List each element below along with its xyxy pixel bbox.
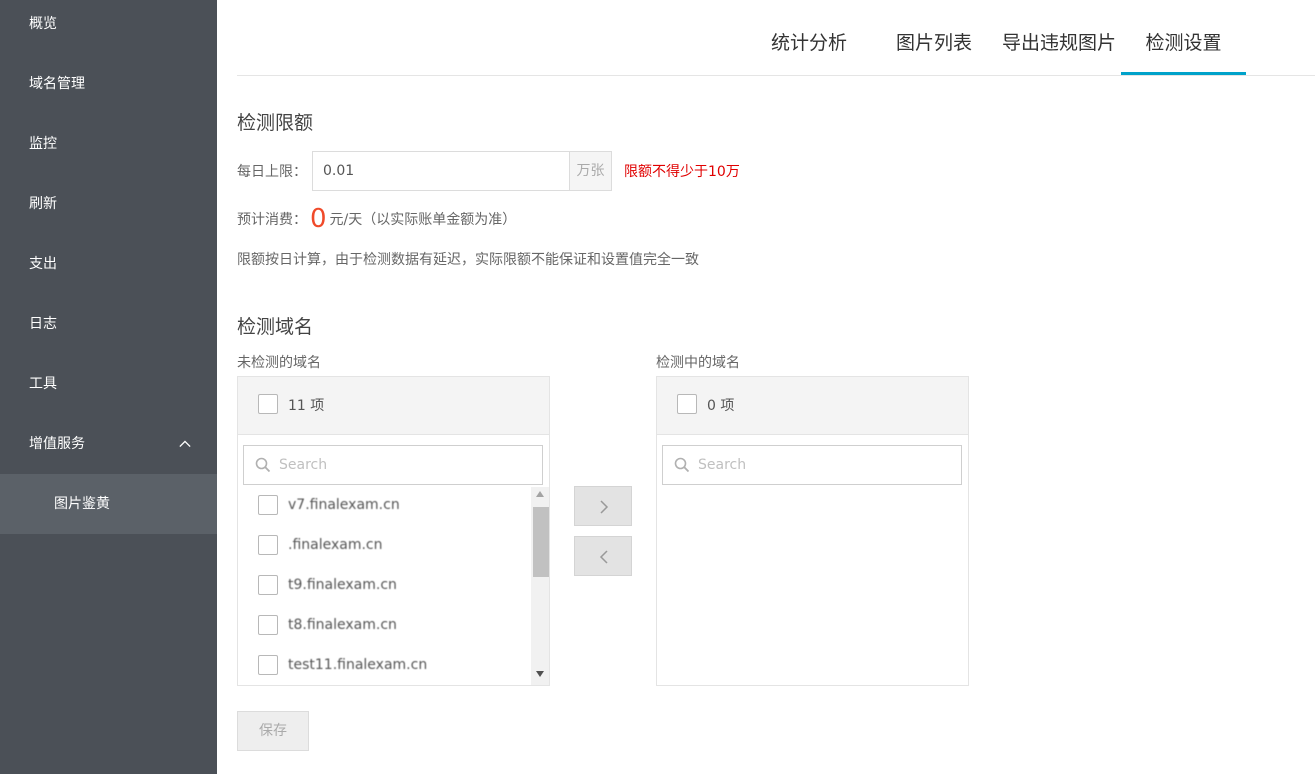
sidebar-item-label: 增值服务 <box>29 436 85 452</box>
search-icon <box>255 457 271 473</box>
domain-name: test11.finalexam.cn <box>288 657 428 673</box>
sidebar-item-label: 支出 <box>29 256 57 272</box>
cost-label: 预计消费： <box>237 212 307 228</box>
quota-section-title: 检测限额 <box>237 112 314 134</box>
sidebar-item-label: 图片鉴黄 <box>54 496 110 512</box>
domain-list: v7.finalexam.cn .finalexam.cn t9.finalex… <box>238 487 531 685</box>
tab-label: 导出违规图片 <box>1001 32 1116 54</box>
sidebar-item-image-moderation[interactable]: 图片鉴黄 <box>0 474 217 534</box>
sidebar-item-label: 域名管理 <box>29 76 85 92</box>
sidebar-item-label: 工具 <box>29 376 57 392</box>
tab-image-list[interactable]: 图片列表 <box>892 0 976 76</box>
panel-header: 0 项 <box>657 377 968 435</box>
sidebar-item-domain-management[interactable]: 域名管理 <box>0 54 217 114</box>
sidebar-item-label: 概览 <box>29 16 57 32</box>
move-right-button[interactable] <box>574 486 632 526</box>
list-item[interactable]: v7.finalexam.cn <box>238 487 531 527</box>
scrollbar-thumb[interactable] <box>533 507 549 577</box>
list-item[interactable]: .finalexam.cn <box>238 527 531 567</box>
tab-statistics[interactable]: 统计分析 <box>768 0 850 76</box>
sidebar-item-label: 日志 <box>29 316 57 332</box>
list-item[interactable]: test11.finalexam.cn <box>238 647 531 685</box>
sidebar-item-logs[interactable]: 日志 <box>0 294 217 354</box>
unmonitored-domains-label: 未检测的域名 <box>237 355 321 371</box>
unmonitored-domains-panel: 11 项 Search v7.finalexam.cn .finalexam.c… <box>237 376 550 686</box>
daily-limit-label: 每日上限： <box>237 164 307 180</box>
search-placeholder: Search <box>279 457 328 473</box>
cost-suffix: 元/天（以实际账单金额为准） <box>329 212 517 228</box>
search-placeholder: Search <box>698 457 747 473</box>
tab-bar: 统计分析 图片列表 导出违规图片 检测设置 <box>237 0 1315 76</box>
item-count: 0 项 <box>707 398 735 414</box>
item-checkbox[interactable] <box>258 575 278 595</box>
scroll-down-arrow-icon[interactable] <box>536 671 544 677</box>
sidebar-item-label: 刷新 <box>29 196 57 212</box>
sidebar-item-refresh[interactable]: 刷新 <box>0 174 217 234</box>
sidebar-item-overview[interactable]: 概览 <box>0 0 217 54</box>
daily-limit-unit: 万张 <box>569 152 611 190</box>
chevron-left-icon <box>599 550 608 564</box>
domain-name: t9.finalexam.cn <box>288 577 397 593</box>
domain-name: v7.finalexam.cn <box>288 497 400 513</box>
sidebar: 概览 域名管理 监控 刷新 支出 日志 工具 增值服务 图片鉴黄 <box>0 0 217 774</box>
app: 概览 域名管理 监控 刷新 支出 日志 工具 增值服务 图片鉴黄 统计分析 图片… <box>0 0 1315 774</box>
sidebar-item-monitor[interactable]: 监控 <box>0 114 217 174</box>
move-left-button[interactable] <box>574 536 632 576</box>
scroll-up-arrow-icon[interactable] <box>536 491 544 497</box>
item-checkbox[interactable] <box>258 495 278 515</box>
chevron-up-icon <box>179 440 191 448</box>
limit-warning: 限额不得少于10万 <box>624 164 740 180</box>
sidebar-item-label: 监控 <box>29 136 57 152</box>
list-item[interactable]: t8.finalexam.cn <box>238 607 531 647</box>
item-count: 11 项 <box>288 398 325 414</box>
panel-header: 11 项 <box>238 377 549 435</box>
item-checkbox[interactable] <box>258 615 278 635</box>
chevron-right-icon <box>600 500 609 514</box>
sidebar-item-tools[interactable]: 工具 <box>0 354 217 414</box>
sidebar-item-value-added[interactable]: 增值服务 <box>0 414 217 474</box>
estimated-cost: 预计消费： 0 元/天（以实际账单金额为准） <box>237 204 516 234</box>
search-input[interactable]: Search <box>662 445 962 485</box>
tab-label: 检测设置 <box>1145 32 1222 54</box>
save-button[interactable]: 保存 <box>237 711 309 751</box>
domain-name: t8.finalexam.cn <box>288 617 397 633</box>
quota-note: 限额按日计算，由于检测数据有延迟，实际限额不能保证和设置值完全一致 <box>237 252 699 268</box>
tab-detection-settings[interactable]: 检测设置 <box>1121 0 1246 75</box>
domain-name: .finalexam.cn <box>288 537 383 553</box>
list-item[interactable]: t9.finalexam.cn <box>238 567 531 607</box>
monitored-domains-panel: 0 项 Search <box>656 376 969 686</box>
tab-label: 统计分析 <box>770 32 847 54</box>
select-all-checkbox[interactable] <box>677 394 697 414</box>
search-icon <box>674 457 690 473</box>
tab-label: 图片列表 <box>895 32 972 54</box>
monitored-domains-label: 检测中的域名 <box>656 355 740 371</box>
item-checkbox[interactable] <box>258 535 278 555</box>
daily-limit-value[interactable]: 0.01 <box>323 152 354 190</box>
daily-limit-input[interactable]: 0.01 万张 <box>312 151 612 191</box>
list-scrollbar[interactable] <box>531 487 549 685</box>
item-checkbox[interactable] <box>258 655 278 675</box>
select-all-checkbox[interactable] <box>258 394 278 414</box>
search-input[interactable]: Search <box>243 445 543 485</box>
sidebar-item-expense[interactable]: 支出 <box>0 234 217 294</box>
domains-section-title: 检测域名 <box>237 316 314 338</box>
cost-value: 0 <box>310 204 327 234</box>
tab-export-violations[interactable]: 导出违规图片 <box>997 0 1121 76</box>
